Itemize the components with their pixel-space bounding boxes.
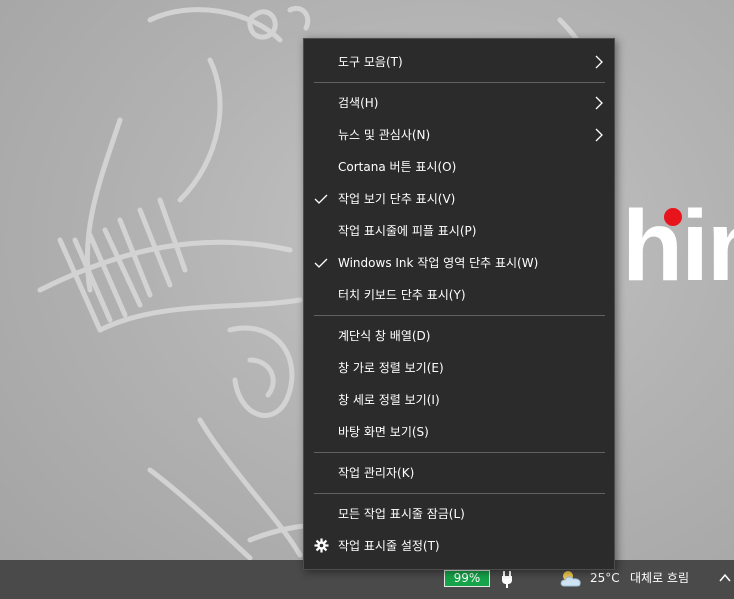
checkmark-icon	[314, 258, 328, 268]
menu-item-toolbars[interactable]: 도구 모음(T)	[304, 46, 614, 78]
menu-item-label: Cortana 버튼 표시(O)	[338, 160, 457, 174]
menu-item-task-manager[interactable]: 작업 관리자(K)	[304, 457, 614, 489]
menu-item-show-desktop[interactable]: 바탕 화면 보기(S)	[304, 416, 614, 448]
desktop: hink 99% 25°C 대체로 흐림 도구 모음(T) 검색(H) 뉴스 및…	[0, 0, 734, 599]
menu-separator	[314, 493, 605, 494]
menu-item-label: 작업 보기 단추 표시(V)	[338, 192, 456, 206]
menu-item-show-windows-ink-button[interactable]: Windows Ink 작업 영역 단추 표시(W)	[304, 247, 614, 279]
menu-separator	[314, 452, 605, 453]
checkmark-icon	[314, 194, 328, 204]
menu-item-search[interactable]: 검색(H)	[304, 87, 614, 119]
menu-item-lock-all-taskbars[interactable]: 모든 작업 표시줄 잠금(L)	[304, 498, 614, 530]
menu-item-label: Windows Ink 작업 영역 단추 표시(W)	[338, 256, 539, 270]
gear-icon	[314, 538, 329, 553]
power-plug-icon[interactable]	[500, 569, 514, 589]
chevron-right-icon	[595, 128, 603, 142]
menu-item-show-windows-stacked[interactable]: 창 가로 정렬 보기(E)	[304, 352, 614, 384]
menu-item-label: 터치 키보드 단추 표시(Y)	[338, 288, 466, 302]
battery-indicator[interactable]: 99%	[444, 570, 490, 587]
menu-item-show-people[interactable]: 작업 표시줄에 피플 표시(P)	[304, 215, 614, 247]
menu-item-show-cortana-button[interactable]: Cortana 버튼 표시(O)	[304, 151, 614, 183]
weather-temperature[interactable]: 25°C	[590, 570, 620, 586]
menu-item-show-touch-keyboard-button[interactable]: 터치 키보드 단추 표시(Y)	[304, 279, 614, 311]
menu-item-show-windows-side-by-side[interactable]: 창 세로 정렬 보기(I)	[304, 384, 614, 416]
menu-separator	[314, 82, 605, 83]
menu-item-label: 작업 표시줄 설정(T)	[338, 539, 440, 553]
menu-item-label: 검색(H)	[338, 96, 379, 110]
menu-item-label: 모든 작업 표시줄 잠금(L)	[338, 507, 465, 521]
menu-item-show-task-view-button[interactable]: 작업 보기 단추 표시(V)	[304, 183, 614, 215]
menu-item-label: 계단식 창 배열(D)	[338, 329, 431, 343]
menu-item-label: 바탕 화면 보기(S)	[338, 425, 429, 439]
menu-item-label: 창 세로 정렬 보기(I)	[338, 393, 440, 407]
show-hidden-icons-chevron-up-icon[interactable]	[718, 570, 732, 586]
menu-item-label: 창 가로 정렬 보기(E)	[338, 361, 444, 375]
brand-logo-dot	[664, 208, 682, 226]
menu-item-label: 작업 표시줄에 피플 표시(P)	[338, 224, 477, 238]
weather-description[interactable]: 대체로 흐림	[630, 570, 689, 586]
chevron-right-icon	[595, 55, 603, 69]
menu-item-taskbar-settings[interactable]: 작업 표시줄 설정(T)	[304, 530, 614, 562]
menu-item-label: 뉴스 및 관심사(N)	[338, 128, 431, 142]
menu-item-cascade-windows[interactable]: 계단식 창 배열(D)	[304, 320, 614, 352]
menu-item-news-and-interests[interactable]: 뉴스 및 관심사(N)	[304, 119, 614, 151]
menu-separator	[314, 315, 605, 316]
menu-item-label: 도구 모음(T)	[338, 55, 403, 69]
cloudy-weather-icon[interactable]	[558, 568, 584, 588]
taskbar-context-menu: 도구 모음(T) 검색(H) 뉴스 및 관심사(N) Cortana 버튼 표시…	[303, 38, 615, 570]
menu-item-label: 작업 관리자(K)	[338, 466, 415, 480]
chevron-right-icon	[595, 96, 603, 110]
